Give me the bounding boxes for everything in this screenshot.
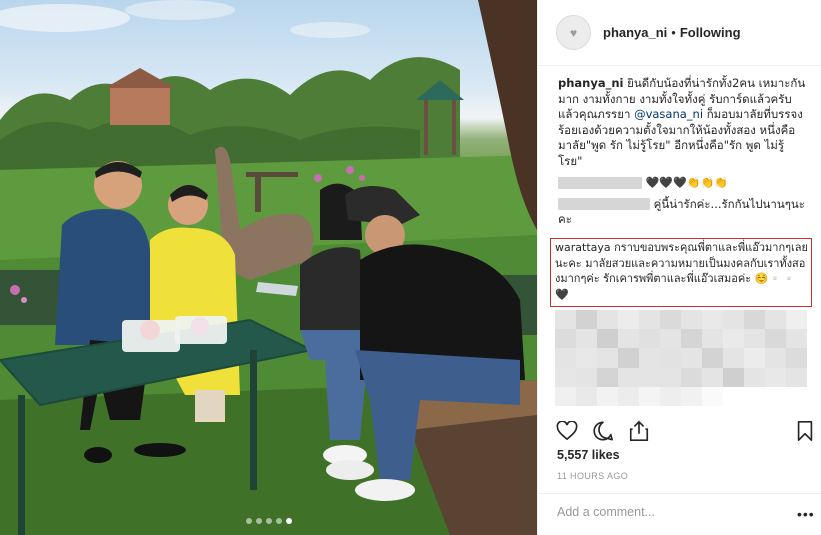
post-photo[interactable] xyxy=(0,0,537,535)
more-options-icon[interactable]: ••• xyxy=(797,506,815,522)
post-header: ♥ phanya_ni • Following xyxy=(538,0,821,66)
heart-avatar-icon: ♥ xyxy=(569,25,578,40)
divider xyxy=(537,493,821,494)
comment-username[interactable]: warattaya xyxy=(555,241,611,254)
comment-row: 🖤🖤🖤👏👏👏 xyxy=(558,175,808,191)
blurred-username xyxy=(558,198,650,210)
share-icon[interactable] xyxy=(627,419,651,443)
photo-scene xyxy=(0,0,537,535)
avatar[interactable]: ♥ xyxy=(556,15,591,50)
highlighted-comment: warattaya กราบขอบพระคุณพี่ตาและพี่แอ๊วมา… xyxy=(555,240,809,302)
comments-list: phanya_ni ยินดีกับน้องที่น่ารักทั้ง2คน เ… xyxy=(558,76,808,228)
carousel-dot[interactable] xyxy=(245,518,252,524)
like-count[interactable]: 5,557 likes xyxy=(557,448,620,462)
carousel-dot[interactable] xyxy=(265,518,272,524)
carousel-dots xyxy=(0,518,537,524)
carousel-dot-active[interactable] xyxy=(285,518,292,524)
blurred-username xyxy=(558,176,642,189)
blurred-comments xyxy=(555,310,807,406)
header-separator: • xyxy=(671,25,676,40)
add-comment-input[interactable]: Add a comment... xyxy=(557,505,777,519)
comment-row: คู่นี้น่ารักค่ะ...รักกันไปนานๆนะคะ xyxy=(558,197,808,228)
caption-username[interactable]: phanya_ni xyxy=(558,76,624,90)
header-username[interactable]: phanya_ni xyxy=(603,25,667,40)
carousel-dot[interactable] xyxy=(255,518,262,524)
comment-text: 🖤🖤🖤👏👏👏 xyxy=(645,176,728,189)
caption: phanya_ni ยินดีกับน้องที่น่ารักทั้ง2คน เ… xyxy=(558,76,808,169)
carousel-dot[interactable] xyxy=(275,518,282,524)
caption-mention[interactable]: @vasana_ni xyxy=(634,107,703,121)
timestamp[interactable]: 11 HOURS AGO xyxy=(557,471,628,481)
follow-button[interactable]: Following xyxy=(680,25,741,40)
heart-icon[interactable] xyxy=(555,419,579,443)
action-bar xyxy=(555,415,817,447)
bookmark-icon[interactable] xyxy=(793,419,817,443)
comment-bubble-icon[interactable] xyxy=(591,419,615,443)
